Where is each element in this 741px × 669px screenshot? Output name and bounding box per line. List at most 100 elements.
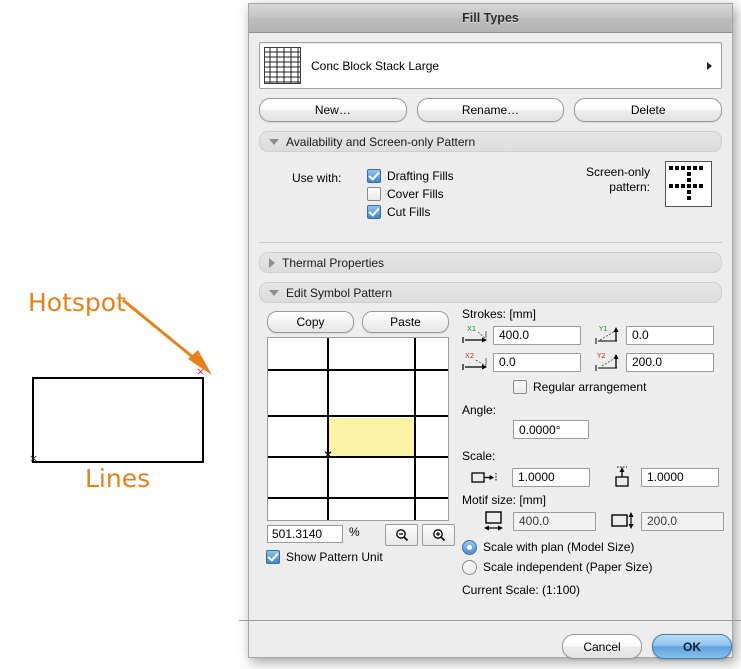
lines-rectangle-shape bbox=[32, 377, 204, 463]
svg-text:X1: X1 bbox=[467, 325, 476, 333]
footer-divider bbox=[239, 620, 741, 621]
strokes-row-2: X2 0.0 Y2 200.0 bbox=[462, 351, 724, 373]
ok-button[interactable]: OK bbox=[652, 634, 732, 659]
use-with-checkbox-group: Drafting Fills Cover Fills Cut Fills bbox=[367, 167, 454, 221]
grid-line-horizontal bbox=[268, 415, 448, 417]
section-title-edit-symbol: Edit Symbol Pattern bbox=[286, 285, 393, 300]
annotation-canvas: Hotspot × × Lines bbox=[0, 0, 248, 669]
strokes-label: Strokes: [mm] bbox=[462, 307, 537, 321]
pattern-parameters-panel: Strokes: [mm] X1 400.0 Y1 0.0 X2 0.0 Y2 … bbox=[462, 307, 724, 600]
hotspot-marker-icon: × bbox=[196, 365, 206, 378]
checkbox-cover-fills[interactable] bbox=[367, 186, 381, 201]
delete-button[interactable]: Delete bbox=[574, 98, 723, 122]
checkbox-drafting-fills[interactable] bbox=[367, 168, 381, 183]
radio-scale-with-plan[interactable] bbox=[462, 539, 477, 555]
use-with-label: Use with: bbox=[292, 171, 342, 185]
grid-line-horizontal bbox=[268, 369, 448, 371]
new-button[interactable]: New… bbox=[259, 98, 407, 122]
magnifier-minus-icon bbox=[395, 529, 408, 542]
copy-paste-group: Copy Paste bbox=[267, 311, 449, 333]
corner-marker-icon: × bbox=[29, 452, 39, 465]
grid-line-horizontal bbox=[268, 497, 448, 499]
scale-vertical-icon bbox=[610, 466, 637, 488]
percent-label: % bbox=[349, 525, 360, 539]
edit-symbol-pattern-content: Copy Paste ✕ 501.3140 % Show Pattern Uni… bbox=[259, 303, 724, 633]
motif-width-input[interactable]: 400.0 bbox=[513, 511, 596, 531]
grid-line-vertical bbox=[414, 338, 416, 520]
stroke-y2-input[interactable]: 200.0 bbox=[626, 352, 714, 372]
show-pattern-unit-row[interactable]: Show Pattern Unit bbox=[266, 550, 383, 564]
radio-label-scale-with-plan: Scale with plan (Model Size) bbox=[483, 540, 635, 554]
checkbox-regular-arrangement[interactable] bbox=[513, 379, 527, 394]
radio-scale-independent[interactable] bbox=[462, 559, 477, 575]
fill-type-name: Conc Block Stack Large bbox=[311, 58, 440, 73]
scale-label: Scale: bbox=[462, 449, 496, 463]
chevron-right-icon bbox=[269, 257, 275, 268]
checkbox-label-drafting-fills: Drafting Fills bbox=[387, 168, 454, 183]
dialog-footer: Cancel OK bbox=[562, 634, 732, 659]
pattern-origin-marker: ✕ bbox=[323, 448, 334, 462]
radio-row-scale-with-plan[interactable]: Scale with plan (Model Size) bbox=[462, 537, 724, 557]
dialog-titlebar: Fill Types bbox=[249, 4, 732, 33]
y2-vertical-vector-icon: Y2 bbox=[595, 351, 622, 373]
zoom-out-button[interactable] bbox=[385, 524, 418, 546]
paste-button[interactable]: Paste bbox=[362, 311, 449, 333]
availability-content: Use with: Drafting Fills Cover Fills Cut… bbox=[259, 152, 722, 234]
motif-size-label: Motif size: [mm] bbox=[462, 493, 547, 507]
motif-row: 400.0 200.0 bbox=[462, 510, 724, 532]
zoom-percent-input[interactable]: 501.3140 bbox=[267, 525, 343, 543]
checkbox-row-drafting-fills[interactable]: Drafting Fills bbox=[367, 167, 454, 184]
fill-type-selector[interactable]: Conc Block Stack Large bbox=[259, 42, 722, 89]
strokes-row-1: X1 400.0 Y1 0.0 bbox=[462, 324, 724, 346]
stroke-y1-input[interactable]: 0.0 bbox=[626, 325, 714, 345]
fill-types-dialog: Fill Types Conc Block Stack Large New… R… bbox=[239, 3, 741, 659]
current-scale-label: Current Scale: (1:100) bbox=[462, 583, 581, 597]
grid-line-vertical bbox=[327, 338, 329, 520]
chevron-down-icon bbox=[269, 289, 279, 296]
checkbox-cut-fills[interactable] bbox=[367, 204, 381, 219]
divider bbox=[259, 242, 722, 243]
radio-label-scale-independent: Scale independent (Paper Size) bbox=[483, 560, 653, 574]
section-header-availability[interactable]: Availability and Screen-only Pattern bbox=[259, 131, 722, 152]
radio-row-scale-independent[interactable]: Scale independent (Paper Size) bbox=[462, 557, 724, 577]
chevron-down-icon bbox=[269, 138, 279, 145]
dialog-title: Fill Types bbox=[462, 11, 519, 25]
scale-horizontal-input[interactable]: 1.0000 bbox=[512, 467, 590, 487]
x2-horizontal-vector-icon: X2 bbox=[462, 351, 489, 373]
section-header-edit-symbol-pattern[interactable]: Edit Symbol Pattern bbox=[259, 282, 722, 303]
angle-input[interactable]: 0.0000° bbox=[513, 420, 589, 439]
checkbox-row-cut-fills[interactable]: Cut Fills bbox=[367, 203, 454, 220]
copy-button[interactable]: Copy bbox=[267, 311, 354, 333]
checkbox-label-show-pattern-unit: Show Pattern Unit bbox=[286, 550, 383, 564]
grid-line-horizontal bbox=[268, 456, 448, 458]
checkbox-label-cover-fills: Cover Fills bbox=[387, 186, 444, 201]
svg-text:Y2: Y2 bbox=[596, 352, 606, 360]
section-title-thermal: Thermal Properties bbox=[282, 255, 385, 270]
scale-row: 1.0000 1.0000 bbox=[462, 466, 724, 488]
stroke-x2-input[interactable]: 0.0 bbox=[493, 352, 581, 372]
cancel-button[interactable]: Cancel bbox=[562, 634, 642, 659]
stroke-x1-input[interactable]: 400.0 bbox=[493, 325, 581, 345]
scale-horizontal-icon bbox=[471, 466, 498, 488]
checkbox-label-cut-fills: Cut Fills bbox=[387, 204, 431, 219]
screen-only-pattern-swatch[interactable] bbox=[665, 161, 712, 207]
motif-height-icon bbox=[610, 510, 637, 532]
section-title-availability: Availability and Screen-only Pattern bbox=[286, 134, 476, 149]
checkbox-row-cover-fills[interactable]: Cover Fills bbox=[367, 185, 454, 202]
checkbox-label-regular-arrangement: Regular arrangement bbox=[533, 379, 647, 394]
pattern-editor-canvas[interactable]: ✕ bbox=[267, 337, 449, 521]
lines-annotation-label: Lines bbox=[85, 464, 151, 493]
zoom-in-button[interactable] bbox=[422, 524, 455, 546]
rename-button[interactable]: Rename… bbox=[416, 98, 565, 122]
screen-only-pattern-label: Screen-only pattern: bbox=[585, 165, 650, 194]
svg-text:Y1: Y1 bbox=[598, 325, 608, 333]
magnifier-plus-icon bbox=[432, 529, 445, 542]
section-header-thermal-properties[interactable]: Thermal Properties bbox=[259, 252, 722, 273]
fill-type-actions: New… Rename… Delete bbox=[259, 98, 723, 122]
chevron-right-icon[interactable] bbox=[707, 61, 712, 70]
motif-height-input[interactable]: 200.0 bbox=[641, 511, 724, 531]
checkbox-row-regular-arrangement[interactable]: Regular arrangement bbox=[513, 378, 724, 395]
svg-text:X2: X2 bbox=[465, 352, 474, 360]
checkbox-show-pattern-unit[interactable] bbox=[266, 550, 280, 564]
scale-vertical-input[interactable]: 1.0000 bbox=[641, 467, 719, 487]
